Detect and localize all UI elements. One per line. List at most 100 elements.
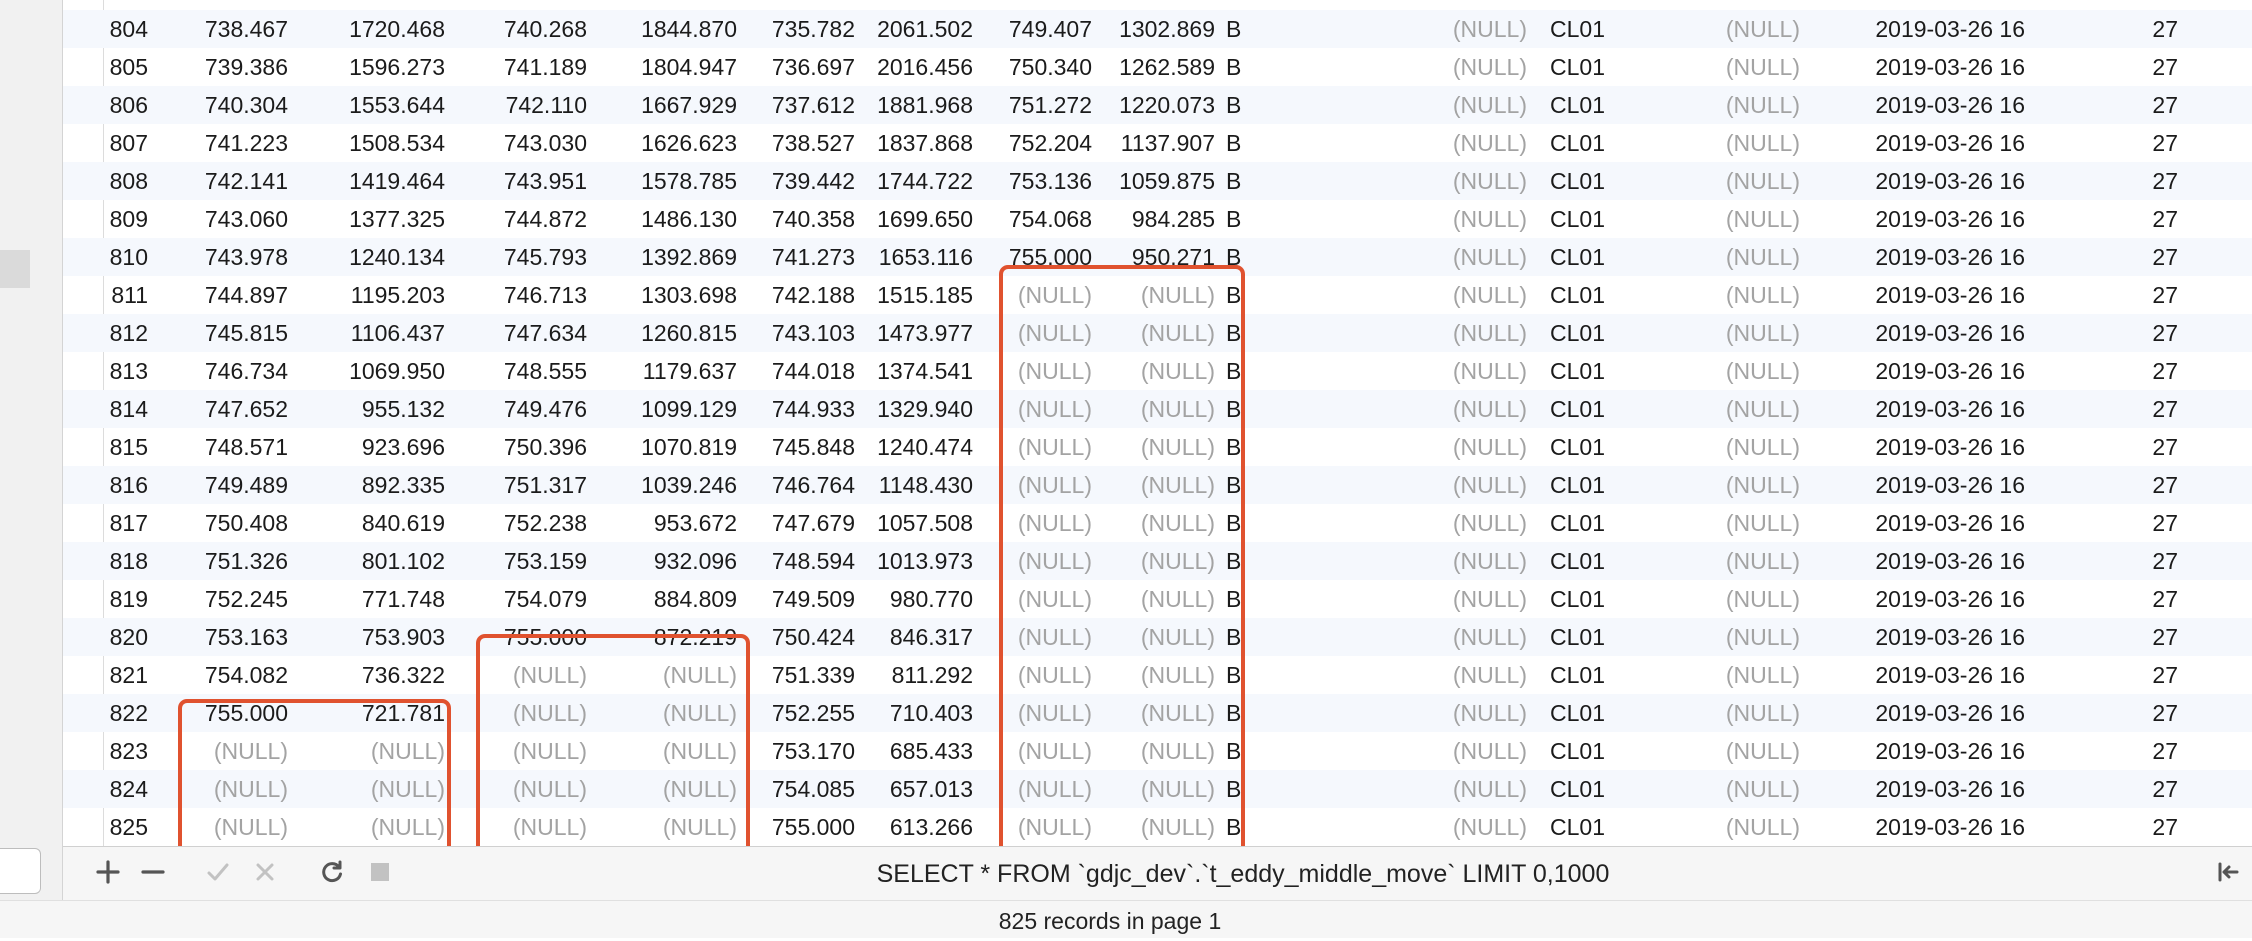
cell-col10[interactable]: (NULL) [1400,808,1527,846]
cell-col8[interactable]: 1262.589 [1095,48,1215,86]
cell-col7[interactable]: (NULL) [977,428,1092,466]
cell-col8[interactable]: (NULL) [1095,542,1215,580]
cell-col9[interactable]: B [1226,86,1266,124]
cell-col4[interactable]: 1804.947 [590,48,737,86]
cell-col4[interactable]: (NULL) [590,732,737,770]
table-row[interactable]: 804 738.467 1720.468 740.268 1844.870 735.782… [63,10,2252,48]
cell-col6[interactable]: 1744.722 [858,162,973,200]
cell-col10[interactable]: (NULL) [1400,200,1527,238]
cell-col11[interactable]: CL01 [1550,770,1630,808]
table-row[interactable]: 817 750.408 840.619 752.238 953.672 747.679 10… [63,504,2252,542]
cell-col4[interactable]: (NULL) [590,770,737,808]
cell-col14[interactable]: 27 [2090,656,2178,694]
table-row[interactable]: 807 741.223 1508.534 743.030 1626.623 738.527… [63,124,2252,162]
cell-col2[interactable]: 801.102 [290,542,445,580]
table-row[interactable]: 815 748.571 923.696 750.396 1070.819 745.848 1… [63,428,2252,466]
cell-col9[interactable]: B [1226,48,1266,86]
cell-col10[interactable]: (NULL) [1400,656,1527,694]
cell-col9[interactable]: B [1226,542,1266,580]
cell-col11[interactable]: CL01 [1550,732,1630,770]
cell-col6[interactable]: 1699.650 [858,200,973,238]
cell-col13[interactable]: 2019-03-26 16 [1835,618,2025,656]
cell-col9[interactable]: B [1226,732,1266,770]
cell-id[interactable]: 812 [90,314,148,352]
cell-col9[interactable]: B [1226,276,1266,314]
cell-col13[interactable]: 2019-03-26 16 [1835,580,2025,618]
cell-col1[interactable]: 739.386 [150,48,288,86]
cell-col10[interactable]: (NULL) [1400,162,1527,200]
table-row[interactable]: 819 752.245 771.748 754.079 884.809 749.509 98… [63,580,2252,618]
cell-col2[interactable]: 1720.468 [290,10,445,48]
table-row[interactable]: 821 754.082 736.322 (NULL) (NULL) 751.339 811.… [63,656,2252,694]
cell-col12[interactable]: (NULL) [1660,48,1800,86]
cell-col6[interactable]: 1653.116 [858,238,973,276]
cell-col7[interactable]: (NULL) [977,276,1092,314]
cell-col8[interactable]: (NULL) [1095,732,1215,770]
cell-col11[interactable]: CL01 [1550,200,1630,238]
cell-col3[interactable]: 741.189 [450,48,587,86]
cell-id[interactable]: 825 [90,808,148,846]
cell-col10[interactable]: (NULL) [1400,352,1527,390]
cell-col8[interactable]: (NULL) [1095,656,1215,694]
cell-col7[interactable]: (NULL) [977,808,1092,846]
cell-col12[interactable]: (NULL) [1660,276,1800,314]
cell-col10[interactable]: (NULL) [1400,732,1527,770]
cell-col12[interactable]: (NULL) [1660,466,1800,504]
cell-col6[interactable]: 1329.940 [858,390,973,428]
cell-col11[interactable]: CL01 [1550,390,1630,428]
cell-col13[interactable]: 2019-03-26 16 [1835,770,2025,808]
cell-id[interactable]: 821 [90,656,148,694]
cell-col4[interactable]: 1260.815 [590,314,737,352]
cell-col13[interactable]: 2019-03-26 16 [1835,428,2025,466]
cell-id[interactable]: 810 [90,238,148,276]
cell-col3[interactable]: 755.000 [450,618,587,656]
cell-col12[interactable]: (NULL) [1660,770,1800,808]
cell-col3[interactable]: 743.030 [450,124,587,162]
cell-id[interactable]: 824 [90,770,148,808]
minus-icon[interactable] [138,857,168,887]
cell-col1[interactable]: 749.489 [150,466,288,504]
cell-col13[interactable]: 2019-03-26 16 [1835,124,2025,162]
cell-col2[interactable]: 753.903 [290,618,445,656]
cell-col13[interactable]: 2019-03-26 16 [1835,352,2025,390]
cell-col6[interactable]: 2061.502 [858,10,973,48]
cell-col7[interactable]: (NULL) [977,694,1092,732]
cell-col3[interactable]: (NULL) [450,770,587,808]
cell-col3[interactable]: (NULL) [450,808,587,846]
cell-col5[interactable]: 742.188 [740,276,855,314]
cell-col11[interactable]: CL01 [1550,656,1630,694]
cell-col2[interactable]: 771.748 [290,580,445,618]
cell-col9[interactable]: B [1226,656,1266,694]
cell-col5[interactable]: 746.764 [740,466,855,504]
cell-col12[interactable]: (NULL) [1660,808,1800,846]
cell-id[interactable]: 816 [90,466,148,504]
cell-col14[interactable]: 27 [2090,694,2178,732]
cell-col8[interactable]: (NULL) [1095,580,1215,618]
cell-col8[interactable]: (NULL) [1095,314,1215,352]
cell-col5[interactable]: 753.170 [740,732,855,770]
cell-id[interactable]: 814 [90,390,148,428]
cell-col8[interactable]: (NULL) [1095,770,1215,808]
cell-col1[interactable]: 748.571 [150,428,288,466]
table-row[interactable]: 818 751.326 801.102 753.159 932.096 748.594 10… [63,542,2252,580]
cell-col5[interactable]: 735.782 [740,10,855,48]
cell-col6[interactable]: 1837.868 [858,124,973,162]
table-row[interactable]: 816 749.489 892.335 751.317 1039.246 746.764 1… [63,466,2252,504]
cell-col11[interactable]: CL01 [1550,48,1630,86]
cell-col12[interactable]: (NULL) [1660,352,1800,390]
cell-col14[interactable]: 27 [2090,504,2178,542]
cell-col5[interactable]: 748.594 [740,542,855,580]
cell-col11[interactable]: CL01 [1550,504,1630,542]
cell-col10[interactable]: (NULL) [1400,694,1527,732]
cell-col2[interactable]: 1508.534 [290,124,445,162]
cell-col10[interactable]: (NULL) [1400,238,1527,276]
cell-col12[interactable]: (NULL) [1660,314,1800,352]
cell-col11[interactable]: CL01 [1550,352,1630,390]
cell-col13[interactable]: 2019-03-26 16 [1835,390,2025,428]
cell-col10[interactable]: (NULL) [1400,10,1527,48]
table-row[interactable]: 824 (NULL) (NULL) (NULL) (NULL) 754.085 657.01… [63,770,2252,808]
cell-col6[interactable]: 811.292 [858,656,973,694]
cell-col9[interactable]: B [1226,238,1266,276]
cell-col6[interactable]: 2016.456 [858,48,973,86]
cell-col4[interactable]: 1844.870 [590,10,737,48]
